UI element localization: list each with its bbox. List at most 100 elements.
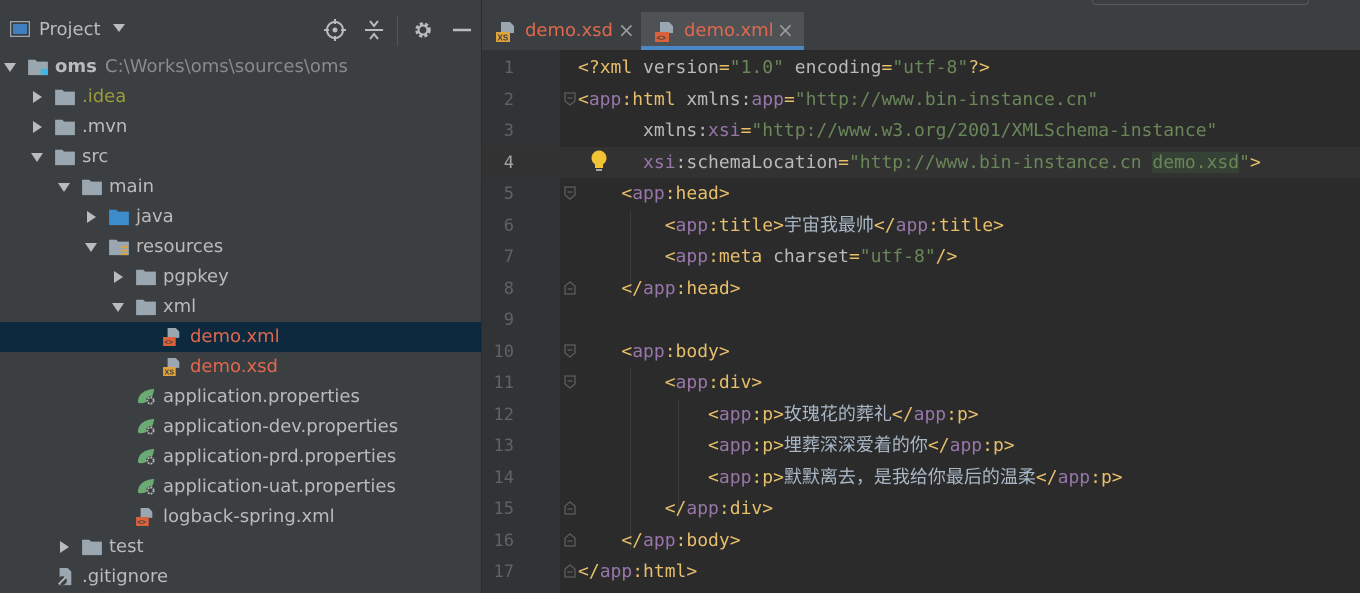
code-token: :p>	[751, 435, 784, 456]
collapsed-arrow-icon[interactable]	[31, 91, 43, 103]
tree-node-main[interactable]: main	[0, 172, 481, 202]
line-number: 7	[503, 247, 514, 267]
expanded-arrow-icon[interactable]	[112, 301, 124, 313]
tree-node-application-prd-properties[interactable]: application-prd.properties	[0, 442, 481, 472]
expanded-arrow-icon[interactable]	[31, 151, 43, 163]
tree-node-application-dev-properties[interactable]: application-dev.properties	[0, 412, 481, 442]
code-token: =	[718, 57, 730, 78]
code-line[interactable]: 17 </app:html>	[482, 556, 1360, 588]
tree-node-label: oms	[55, 56, 97, 77]
fold-close-icon[interactable]	[564, 501, 576, 515]
xsd-file-icon: XS	[163, 358, 180, 376]
code-editor[interactable]: 1 <?xml version="1.0" encoding="utf-8"?> 2…	[482, 50, 1360, 593]
code-line[interactable]: 8 </app:head>	[482, 273, 1360, 305]
tree-node-oms[interactable]: oms C:\Works\oms\sources\oms	[0, 52, 481, 82]
code-line-text: <app:body>	[578, 340, 729, 364]
tree-node-java[interactable]: java	[0, 202, 481, 232]
tab-demo-xsd[interactable]: XS demo.xsd ×	[482, 12, 640, 50]
code-token: </	[1035, 466, 1058, 488]
locate-target-icon[interactable]	[322, 17, 348, 43]
collapsed-arrow-icon[interactable]	[85, 211, 97, 223]
code-line[interactable]: 2 <app:html xmlns:app="http://www.bin-ins…	[482, 84, 1360, 116]
code-line[interactable]: 13 <app:p>埋葬深深爱着的你</app:p>	[482, 430, 1360, 462]
project-window-icon	[10, 21, 30, 37]
gitignore-file-icon	[57, 568, 72, 586]
code-token: >	[1249, 151, 1261, 173]
fold-open-icon[interactable]	[564, 343, 576, 358]
code-line[interactable]: 11 <app:div>	[482, 367, 1360, 399]
fold-open-icon[interactable]	[564, 186, 576, 200]
code-line[interactable]: 4 xsi:schemaLocation="http://www.bin-ins…	[482, 146, 1360, 178]
tab-demo-xml[interactable]: <> demo.xml ×	[641, 12, 804, 50]
tree-node-application-uat-properties[interactable]: application-uat.properties	[0, 472, 481, 502]
code-line[interactable]: 1 <?xml version="1.0" encoding="utf-8"?>	[482, 52, 1360, 84]
minimize-icon[interactable]	[449, 17, 475, 43]
code-token: xml	[599, 57, 644, 78]
code-token: app	[718, 435, 752, 456]
tree-node-gitignore[interactable]: .gitignore	[0, 562, 481, 592]
tree-node-idea[interactable]: .idea	[0, 82, 481, 112]
tree-node-demo-xsd[interactable]: XS demo.xsd	[0, 352, 481, 382]
tree-node-label: main	[109, 176, 154, 197]
code-line-text: <app:p>埋葬深深爱着的你</app:p>	[578, 434, 1015, 458]
expanded-arrow-icon[interactable]	[58, 181, 70, 193]
code-token: app	[675, 214, 709, 236]
tree-node-mvn[interactable]: .mvn	[0, 112, 481, 142]
fold-close-icon[interactable]	[564, 280, 576, 295]
code-token: xsi	[643, 151, 676, 173]
code-line[interactable]: 7 <app:meta charset="utf-8"/>	[482, 241, 1360, 273]
svg-text:<>: <>	[137, 518, 145, 526]
code-line[interactable]: 12 <app:p>玫瑰花的葬礼</app:p>	[482, 399, 1360, 431]
tree-node-label: src	[82, 146, 109, 167]
collapsed-arrow-icon[interactable]	[112, 271, 124, 283]
code-token: app	[643, 529, 676, 551]
code-token: :head>	[664, 183, 730, 204]
collapsed-arrow-icon[interactable]	[31, 121, 43, 133]
tree-node-test[interactable]: test	[0, 532, 481, 562]
tree-node-src[interactable]: src	[0, 142, 481, 172]
chevron-down-icon[interactable]	[113, 24, 125, 32]
tab-label: demo.xml	[684, 20, 774, 41]
tree-node-logback-spring-xml[interactable]: <> logback-spring.xml	[0, 502, 481, 532]
code-line[interactable]: 10 <app:body>	[482, 336, 1360, 368]
code-line[interactable]: 5 <app:head>	[482, 178, 1360, 210]
close-icon[interactable]: ×	[618, 18, 635, 42]
code-line[interactable]: 14 <app:p>默默离去，是我给你最后的温柔</app:p>	[482, 462, 1360, 494]
code-token: app	[632, 340, 665, 362]
code-token: 玫瑰花的葬礼	[783, 403, 892, 425]
fold-close-icon[interactable]	[564, 564, 576, 578]
collapse-all-icon[interactable]	[361, 17, 387, 43]
line-number: 3	[503, 121, 514, 141]
module-path: C:\Works\oms\sources\oms	[105, 56, 348, 77]
code-line[interactable]: 9	[482, 304, 1360, 336]
tree-node-xml[interactable]: xml	[0, 292, 481, 322]
fold-open-icon[interactable]	[564, 375, 576, 389]
gear-icon[interactable]	[410, 17, 436, 43]
fold-close-icon[interactable]	[564, 532, 576, 547]
code-token: charset	[773, 246, 849, 267]
close-icon[interactable]: ×	[777, 18, 794, 42]
xml-file-icon: <>	[655, 22, 673, 42]
code-line[interactable]: 6 <app:title>宇宙我最帅</app:title>	[482, 210, 1360, 242]
code-line-text: <app:p>默默离去，是我给你最后的温柔</app:p>	[578, 466, 1123, 490]
tree-node-pgpkey[interactable]: pgpkey	[0, 262, 481, 292]
tree-node-demo-xml[interactable]: <> demo.xml	[0, 322, 481, 352]
tree-node-application-properties[interactable]: application.properties	[0, 382, 481, 412]
code-line[interactable]: 16 </app:body>	[482, 525, 1360, 557]
code-token: <	[578, 88, 589, 110]
project-panel-title[interactable]: Project	[39, 18, 101, 42]
code-line[interactable]: 15 </app:div>	[482, 493, 1360, 525]
expanded-arrow-icon[interactable]	[4, 61, 16, 73]
editor-tab-bar: XS demo.xsd × <> demo.xml ×	[482, 0, 1360, 50]
code-line-text: <app:html xmlns:app="http://www.bin-inst…	[578, 88, 1098, 112]
collapsed-arrow-icon[interactable]	[58, 541, 70, 553]
fold-open-icon[interactable]	[564, 91, 576, 106]
expanded-arrow-icon[interactable]	[85, 241, 97, 253]
line-number: 12	[493, 404, 514, 425]
code-token: <	[578, 214, 676, 236]
code-line[interactable]: 3 xmlns:xsi="http://www.w3.org/2001/XMLS…	[482, 115, 1360, 147]
search-everywhere-box[interactable]	[1092, 0, 1309, 5]
tree-node-resources[interactable]: resources	[0, 232, 481, 262]
tree-node-label: .mvn	[82, 116, 128, 137]
code-token: :p>	[751, 403, 784, 425]
